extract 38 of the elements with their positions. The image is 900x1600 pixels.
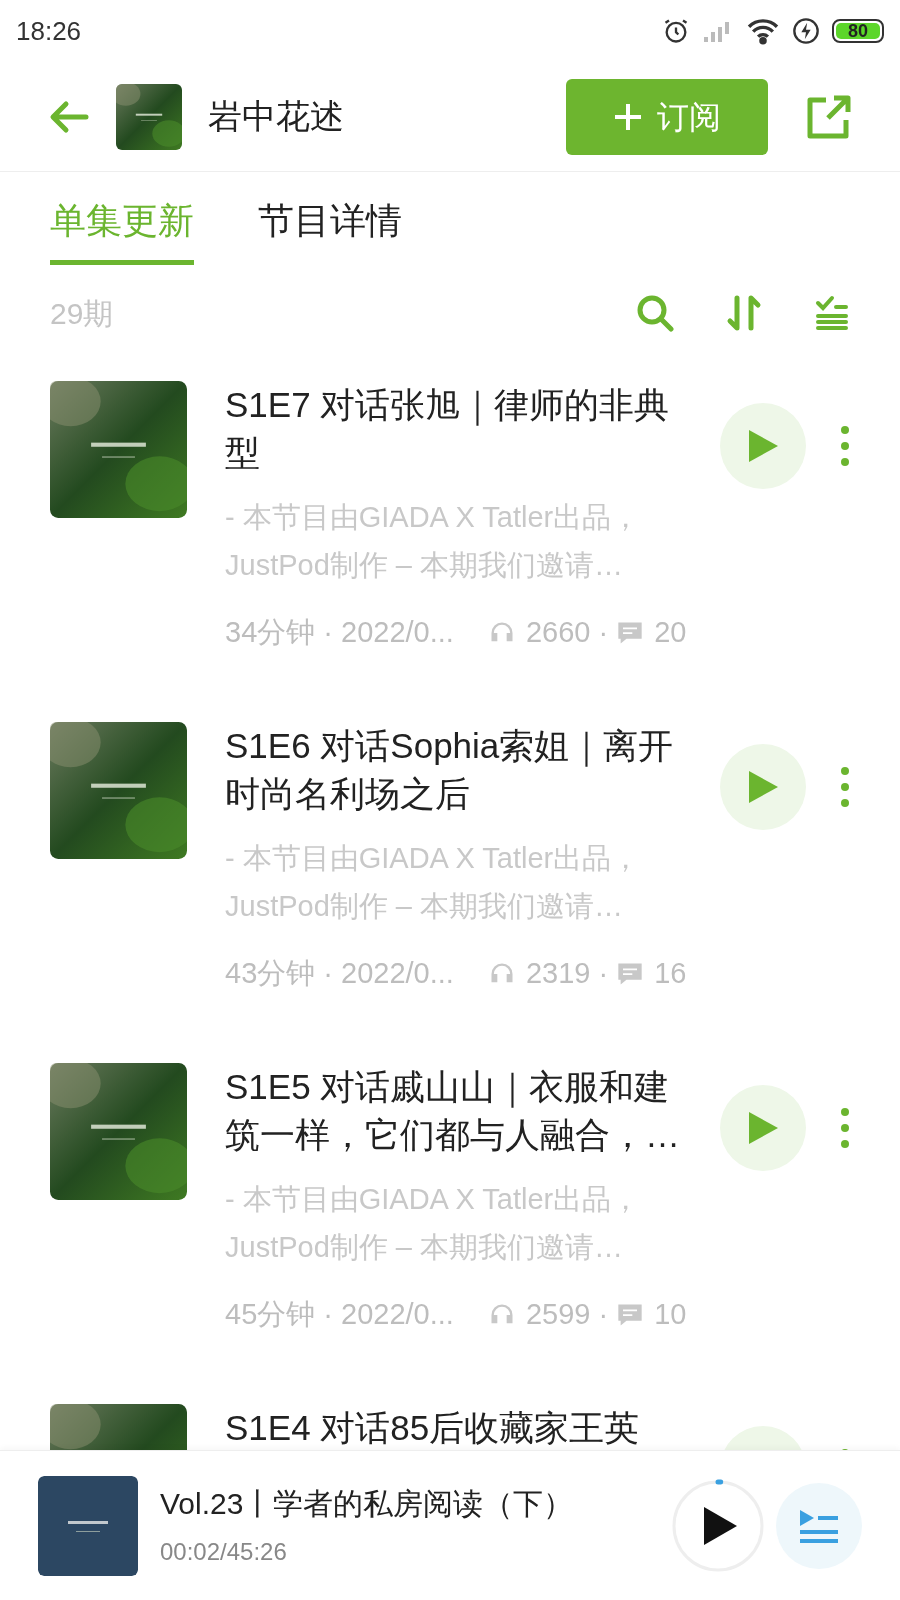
- playlist-icon: [798, 1507, 840, 1544]
- back-icon[interactable]: [48, 98, 90, 135]
- mini-player[interactable]: Vol.23丨学者的私房阅读（下） 00:02/45:26: [0, 1450, 900, 1600]
- tab[interactable]: 节目详情: [258, 194, 402, 265]
- play-count: 2660 ·: [525, 615, 609, 650]
- episode-duration-date: 34分钟 · 2022/0...: [225, 615, 454, 650]
- plus-icon: [613, 101, 643, 132]
- checklist-icon[interactable]: [814, 295, 850, 331]
- alarm-icon: [662, 17, 690, 45]
- more-icon[interactable]: [840, 1107, 850, 1149]
- episode-duration-date: 43分钟 · 2022/0...: [225, 956, 454, 991]
- episode-title[interactable]: S1E6 对话Sophia索姐｜离开时尚名利场之后: [225, 722, 695, 818]
- play-icon[interactable]: [702, 1505, 738, 1546]
- episode-title[interactable]: S1E5 对话戚山山｜衣服和建筑一样，它们都与人融合，…: [225, 1063, 695, 1159]
- more-icon[interactable]: [840, 766, 850, 808]
- episode-count: 29期: [50, 295, 114, 332]
- play-count: 2319 ·: [525, 956, 609, 991]
- charging-icon: [792, 17, 820, 45]
- playback-time: 00:02/45:26: [160, 1537, 288, 1567]
- comment-count: 16: [654, 956, 687, 991]
- episode-title[interactable]: S1E7 对话张旭｜律师的非典型: [225, 381, 695, 477]
- play-count: 2599 ·: [525, 1297, 609, 1332]
- search-icon[interactable]: [636, 294, 674, 332]
- play-icon: [747, 429, 779, 463]
- share-icon[interactable]: [806, 93, 852, 140]
- battery-indicator: 80: [832, 19, 884, 43]
- play-icon: [747, 770, 779, 804]
- more-icon[interactable]: [840, 425, 850, 467]
- episode-title[interactable]: S1E4 对话85后收藏家王英: [225, 1404, 695, 1450]
- episode-duration-date: 45分钟 · 2022/0...: [225, 1297, 454, 1332]
- play-icon: [747, 1111, 779, 1145]
- podcast-title: 岩中花述: [208, 96, 344, 137]
- comment-count: 10: [654, 1297, 687, 1332]
- status-time: 18:26: [16, 14, 82, 48]
- sort-icon[interactable]: [726, 294, 762, 332]
- comment-count: 20: [654, 615, 687, 650]
- wifi-icon: [746, 17, 780, 45]
- now-playing-title: Vol.23丨学者的私房阅读（下）: [160, 1486, 574, 1522]
